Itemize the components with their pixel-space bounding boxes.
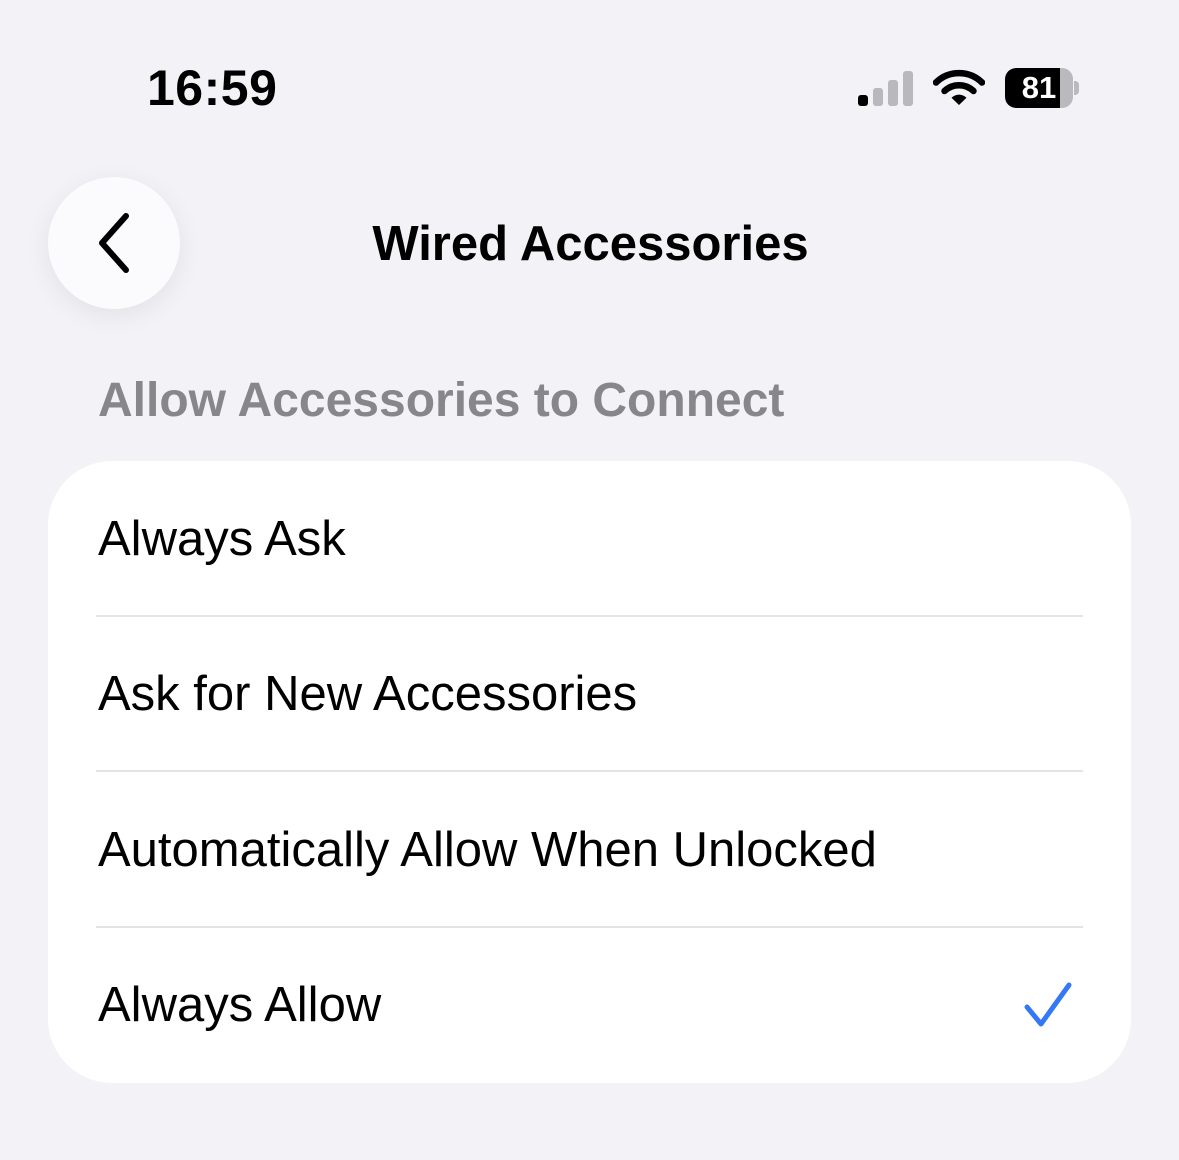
battery-icon: 81 <box>1005 68 1079 108</box>
option-ask-for-new-accessories[interactable]: Ask for New Accessories <box>48 617 1131 772</box>
wifi-icon <box>933 69 985 105</box>
options-list: Always Ask Ask for New Accessories Autom… <box>48 461 1131 1083</box>
option-always-ask[interactable]: Always Ask <box>48 461 1131 617</box>
option-label: Always Allow <box>98 978 382 1033</box>
option-always-allow[interactable]: Always Allow <box>48 928 1131 1084</box>
cellular-signal-icon <box>858 70 913 106</box>
section-header: Allow Accessories to Connect <box>98 374 785 427</box>
option-label: Ask for New Accessories <box>98 667 638 722</box>
option-label: Automatically Allow When Unlocked <box>98 822 877 877</box>
option-automatically-allow-when-unlocked[interactable]: Automatically Allow When Unlocked <box>48 772 1131 928</box>
checkmark-icon <box>1024 982 1072 1027</box>
status-time: 16:59 <box>147 60 278 116</box>
status-indicators: 81 <box>858 66 1079 110</box>
page-title: Wired Accessories <box>372 217 809 271</box>
option-label: Always Ask <box>98 511 346 566</box>
battery-level: 81 <box>1021 70 1057 105</box>
